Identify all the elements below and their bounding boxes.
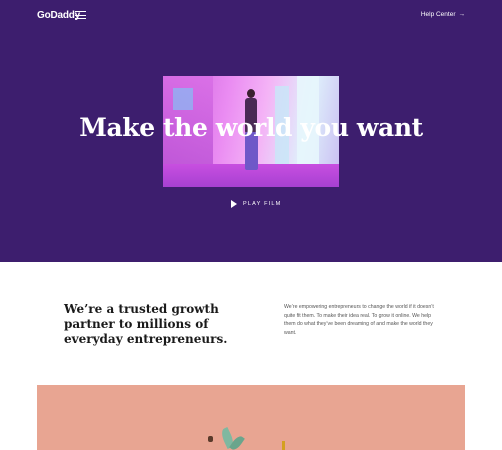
play-film-button[interactable]: PLAY FILM (231, 198, 281, 210)
hero-section: GoDaddy Help Center → Make the world you … (0, 0, 502, 262)
help-center-label: Help Center (420, 11, 456, 18)
top-nav-bar: GoDaddy Help Center → (0, 0, 502, 30)
person-figure (247, 89, 255, 98)
help-center-link[interactable]: Help Center → (421, 11, 465, 18)
hamburger-menu-icon[interactable] (75, 11, 86, 19)
play-icon (231, 200, 237, 208)
hero-headline: Make the world you want (79, 113, 423, 142)
godaddy-logo[interactable]: GoDaddy (37, 10, 80, 21)
about-body-text: We’re empowering entrepreneurs to change… (284, 304, 434, 336)
about-heading: We’re a trusted growth partner to millio… (64, 302, 228, 346)
arrow-right-icon: → (458, 11, 466, 18)
decor-object (208, 436, 213, 442)
feature-banner-image (37, 385, 465, 450)
play-film-label: PLAY FILM (243, 201, 282, 207)
decor-object (282, 441, 285, 450)
